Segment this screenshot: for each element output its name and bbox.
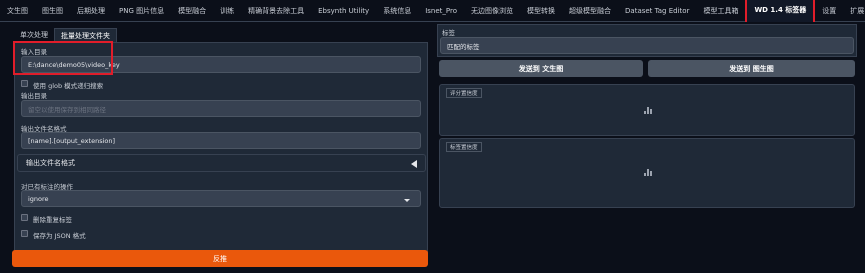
mode-tabs: 单次处理 批量处理文件夹 — [14, 28, 117, 42]
collapse-triangle-icon — [411, 160, 417, 168]
tab-settings[interactable]: 设置 — [815, 0, 843, 22]
top-navigation: 文生图 图生图 后期处理 PNG 图片信息 模型融合 训练 精确背景去除工具 Ebsynth … — [0, 0, 865, 22]
existing-action-select[interactable]: ignore — [21, 190, 421, 207]
existing-action-value: ignore — [28, 194, 49, 203]
tab-batch-folder[interactable]: 批量处理文件夹 — [54, 28, 117, 42]
tab-image-browser[interactable]: 无边图像浏览 — [464, 0, 520, 22]
output-name-field[interactable]: [name].[output_extension] — [21, 132, 421, 149]
output-dir-label: 输出目录 — [21, 92, 47, 100]
rating-confidence-tag: 评分置信度 — [446, 88, 482, 98]
tab-txt2img[interactable]: 文生图 — [0, 0, 35, 22]
tab-dataset-tag-editor[interactable]: Dataset Tag Editor — [618, 0, 696, 22]
tab-checkpoint-merger[interactable]: 模型融合 — [171, 0, 213, 22]
tab-isnet-pro[interactable]: Isnet_Pro — [418, 0, 464, 22]
tab-extensions[interactable]: 扩展 — [843, 0, 865, 22]
accordion-label: 输出文件名格式 — [26, 159, 75, 167]
tags-panel: 标签 匹配的标签 — [437, 24, 857, 57]
tab-supermerger[interactable]: 超级模型融合 — [562, 0, 618, 22]
chevron-down-icon — [404, 199, 410, 202]
output-name-accordion[interactable]: 输出文件名格式 — [17, 154, 426, 172]
left-column: 单次处理 批量处理文件夹 输入目录 E:\dance\demo05\video_… — [10, 24, 430, 270]
tab-extras[interactable]: 后期处理 — [70, 0, 112, 22]
tab-train[interactable]: 训练 — [213, 0, 241, 22]
tab-model-toolkit[interactable]: 模型工具箱 — [696, 0, 745, 22]
dedupe-label: 删除重复标签 — [33, 216, 72, 224]
tab-png-info[interactable]: PNG 图片信息 — [112, 0, 171, 22]
tag-confidence-tag: 标签置信度 — [446, 142, 482, 152]
tab-wd14-tagger[interactable]: WD 1.4 标签器 — [745, 0, 816, 22]
tab-rembg[interactable]: 精确背景去除工具 — [241, 0, 311, 22]
rating-confidence-block: 评分置信度 — [439, 84, 855, 136]
glob-checkbox[interactable] — [21, 80, 28, 87]
json-checkbox[interactable] — [21, 230, 28, 237]
bar-chart-icon — [644, 169, 652, 176]
tab-img2img[interactable]: 图生图 — [35, 0, 70, 22]
tags-output-field[interactable]: 匹配的标签 — [440, 37, 854, 54]
tab-single-process[interactable]: 单次处理 — [14, 28, 54, 42]
send-to-txt2img-button[interactable]: 发送到 文生图 — [439, 60, 643, 77]
tag-confidence-block: 标签置信度 — [439, 138, 855, 208]
output-dir-field[interactable]: 留空以使用保存到相同路径 — [21, 100, 421, 117]
tab-system-info[interactable]: 系统信息 — [376, 0, 418, 22]
bar-chart-icon — [644, 107, 652, 114]
tab-model-converter[interactable]: 模型转换 — [520, 0, 562, 22]
send-to-img2img-button[interactable]: 发送到 图生图 — [648, 60, 855, 77]
right-column: 标签 匹配的标签 发送到 文生图 发送到 图生图 评分置信度 标签置信度 — [437, 24, 857, 270]
dedupe-checkbox[interactable] — [21, 214, 28, 221]
tab-ebsynth-utility[interactable]: Ebsynth Utility — [311, 0, 376, 22]
glob-label: 使用 glob 模式递归搜索 — [33, 82, 104, 90]
json-label: 保存为 JSON 格式 — [33, 232, 86, 240]
tags-label: 标签 — [442, 29, 455, 37]
interrogate-button[interactable]: 反推 — [12, 250, 428, 267]
input-dir-highlight — [13, 41, 113, 75]
